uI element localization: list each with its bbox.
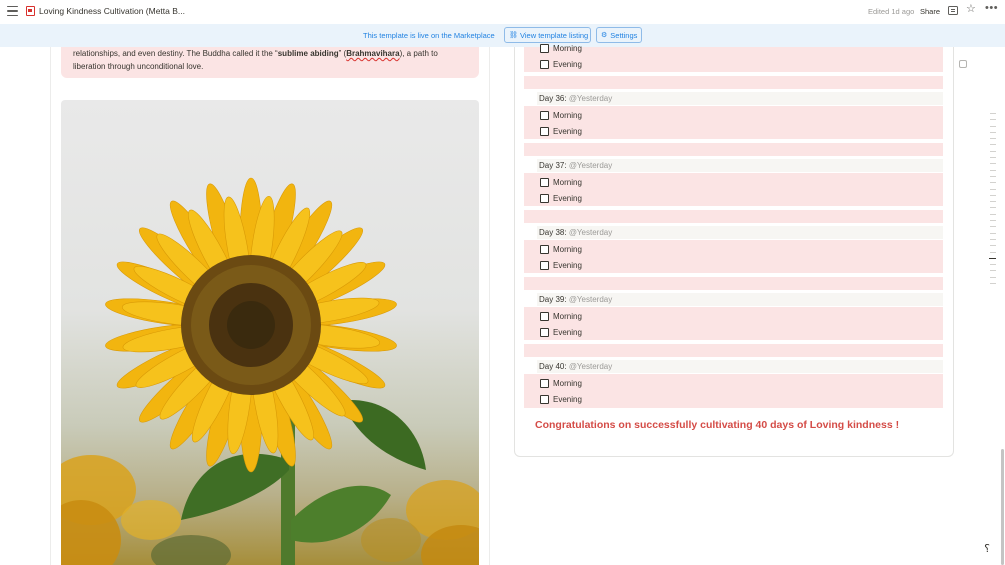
checkbox-label-morning: Morning bbox=[553, 178, 582, 187]
checkbox-label-evening: Evening bbox=[553, 194, 582, 203]
checkbox-evening[interactable] bbox=[540, 194, 549, 203]
day-label: Day 37: @Yesterday bbox=[539, 161, 612, 170]
date-mention[interactable]: @Yesterday bbox=[569, 161, 612, 170]
checkbox-evening-prev[interactable] bbox=[540, 60, 549, 69]
view-template-listing-button[interactable]: ⛓ View template listing bbox=[504, 27, 591, 43]
quote-line2: liberation through unconditional love. bbox=[73, 62, 204, 71]
checkbox-morning[interactable] bbox=[540, 245, 549, 254]
day-number: Day 37: bbox=[539, 161, 567, 170]
left-column-divider bbox=[489, 47, 490, 565]
quote-line1-after: ), a path to bbox=[399, 49, 438, 58]
checkbox-morning[interactable] bbox=[540, 312, 549, 321]
tracker-pink-block bbox=[524, 240, 943, 273]
quote-text[interactable]: relationships, and even destiny. The Bud… bbox=[73, 47, 471, 73]
quote-line1-before: relationships, and even destiny. The Bud… bbox=[73, 49, 278, 58]
tracker-pink-spacer bbox=[524, 277, 943, 290]
checkbox-label-morning: Morning bbox=[553, 111, 582, 120]
date-mention[interactable]: @Yesterday bbox=[569, 295, 612, 304]
checkbox-label-morning: Morning bbox=[553, 379, 582, 388]
settings-button[interactable]: ⚙ Settings bbox=[596, 27, 642, 43]
marketplace-banner: This template is live on the Marketplace… bbox=[0, 24, 1005, 47]
block-comment-icon[interactable] bbox=[959, 60, 967, 68]
tracker-pink-spacer bbox=[524, 143, 943, 156]
comment-icon[interactable] bbox=[948, 6, 958, 15]
view-template-listing-label: View template listing bbox=[520, 30, 589, 40]
link-icon: ⛓ bbox=[509, 32, 518, 39]
gear-icon: ⚙ bbox=[601, 32, 608, 39]
checkbox-evening[interactable] bbox=[540, 395, 549, 404]
day-number: Day 38: bbox=[539, 228, 567, 237]
congrats-message: Congratulations on successfully cultivat… bbox=[535, 419, 900, 431]
checkbox-label-evening: Evening bbox=[553, 127, 582, 136]
tracker-pink-block bbox=[524, 374, 943, 408]
page-icon bbox=[26, 6, 35, 16]
checkbox-evening[interactable] bbox=[540, 261, 549, 270]
checkbox-label-morning: Morning bbox=[553, 312, 582, 321]
checkbox-label-evening: Evening bbox=[553, 328, 582, 337]
date-mention[interactable]: @Yesterday bbox=[569, 228, 612, 237]
quote-callout: relationships, and even destiny. The Bud… bbox=[61, 47, 479, 78]
checkbox-label-morning-prev: Morning bbox=[553, 44, 582, 53]
day-number: Day 39: bbox=[539, 295, 567, 304]
share-button[interactable]: Share bbox=[920, 7, 940, 16]
checkbox-evening[interactable] bbox=[540, 127, 549, 136]
tracker-pink-block bbox=[524, 47, 943, 72]
sunflower-image bbox=[61, 100, 479, 565]
checkbox-label-evening-prev: Evening bbox=[553, 60, 582, 69]
day-label: Day 36: @Yesterday bbox=[539, 94, 612, 103]
tracker-pink-block bbox=[524, 106, 943, 139]
day-number: Day 40: bbox=[539, 362, 567, 371]
day-number: Day 36: bbox=[539, 94, 567, 103]
left-column-border bbox=[50, 47, 51, 565]
day-label: Day 40: @Yesterday bbox=[539, 362, 612, 371]
checkbox-morning[interactable] bbox=[540, 111, 549, 120]
more-icon[interactable]: ••• bbox=[985, 3, 998, 14]
tracker-pink-spacer bbox=[524, 210, 943, 223]
checkbox-morning[interactable] bbox=[540, 379, 549, 388]
menu-icon[interactable] bbox=[7, 6, 18, 17]
day-label: Day 39: @Yesterday bbox=[539, 295, 612, 304]
top-bar: Loving Kindness Cultivation (Metta B... … bbox=[0, 0, 1005, 24]
checkbox-morning-prev[interactable] bbox=[540, 44, 549, 53]
date-mention[interactable]: @Yesterday bbox=[569, 362, 612, 371]
tracker-pink-spacer bbox=[524, 344, 943, 357]
checkbox-label-morning: Morning bbox=[553, 245, 582, 254]
date-mention[interactable]: @Yesterday bbox=[569, 94, 612, 103]
table-of-contents-rail[interactable] bbox=[988, 113, 996, 289]
quote-bold-brahmavihara: Brahmavihara bbox=[346, 49, 400, 58]
help-icon[interactable]: ⸮ bbox=[979, 541, 995, 557]
tracker-pink-block bbox=[524, 173, 943, 206]
tracker-pink-spacer bbox=[524, 76, 943, 89]
banner-text: This template is live on the Marketplace bbox=[363, 31, 495, 40]
checkbox-evening[interactable] bbox=[540, 328, 549, 337]
quote-bold-sublime: sublime abiding bbox=[277, 49, 339, 58]
scrollbar[interactable] bbox=[1001, 449, 1004, 565]
tracker-pink-block bbox=[524, 307, 943, 340]
checkbox-label-evening: Evening bbox=[553, 261, 582, 270]
checkbox-morning[interactable] bbox=[540, 178, 549, 187]
star-icon[interactable]: ☆ bbox=[966, 4, 976, 15]
checkbox-label-evening: Evening bbox=[553, 395, 582, 404]
day-label: Day 38: @Yesterday bbox=[539, 228, 612, 237]
edited-timestamp: Edited 1d ago bbox=[868, 7, 915, 16]
page-title[interactable]: Loving Kindness Cultivation (Metta B... bbox=[39, 6, 185, 16]
settings-label: Settings bbox=[610, 30, 638, 40]
